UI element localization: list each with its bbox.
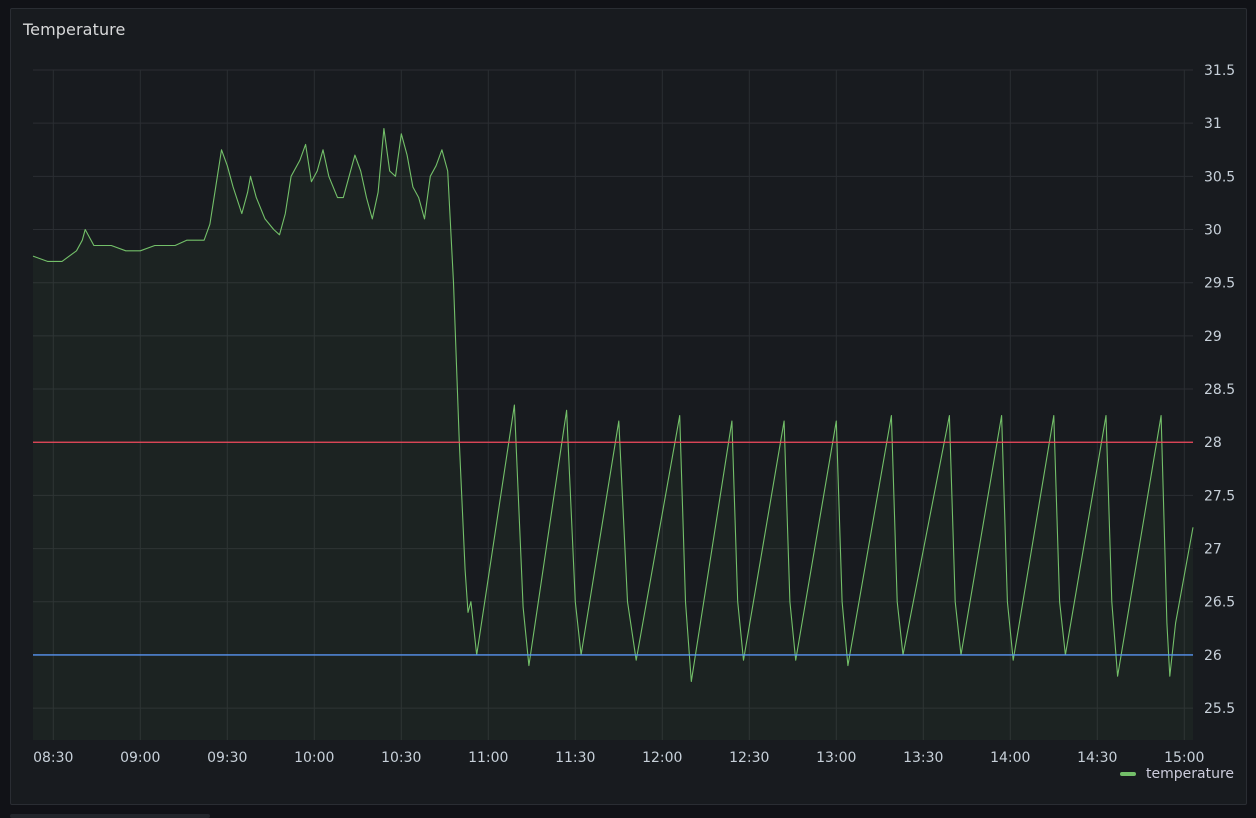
legend-label: temperature bbox=[1146, 766, 1234, 782]
y-tick-label: 31 bbox=[1204, 116, 1222, 132]
y-tick-label: 25.5 bbox=[1204, 701, 1235, 717]
x-tick-label: 09:30 bbox=[207, 750, 247, 766]
x-tick-label: 12:00 bbox=[642, 750, 682, 766]
x-tick-label: 08:30 bbox=[33, 750, 73, 766]
y-tick-label: 30.5 bbox=[1204, 169, 1235, 185]
y-tick-label: 28 bbox=[1204, 435, 1222, 451]
y-tick-label: 28.5 bbox=[1204, 382, 1235, 398]
x-tick-label: 14:00 bbox=[990, 750, 1030, 766]
x-tick-label: 11:30 bbox=[555, 750, 595, 766]
x-tick-label: 10:00 bbox=[294, 750, 334, 766]
line-chart: 25.5 26 26.5 27 27.5 28 28.5 29 29.5 30 30.5 31 31.5… bbox=[32, 63, 1235, 766]
x-tick-label: 12:30 bbox=[729, 750, 769, 766]
y-tick-label: 29.5 bbox=[1204, 276, 1235, 292]
x-tick-label: 14:30 bbox=[1077, 750, 1117, 766]
y-tick-label: 26.5 bbox=[1204, 595, 1235, 611]
legend[interactable]: temperature bbox=[1120, 766, 1234, 782]
x-tick-label: 09:00 bbox=[120, 750, 160, 766]
y-tick-label: 27.5 bbox=[1204, 488, 1235, 504]
scroll-indicator bbox=[10, 814, 210, 818]
y-tick-label: 26 bbox=[1204, 648, 1222, 664]
series-area bbox=[33, 128, 1193, 740]
x-tick-label: 11:00 bbox=[468, 750, 508, 766]
x-tick-label: 10:30 bbox=[381, 750, 421, 766]
y-tick-label: 29 bbox=[1204, 329, 1222, 345]
y-tick-label: 27 bbox=[1204, 542, 1222, 558]
x-tick-label: 15:00 bbox=[1164, 750, 1204, 766]
y-tick-label: 31.5 bbox=[1204, 63, 1235, 79]
legend-swatch bbox=[1120, 772, 1136, 776]
x-tick-label: 13:30 bbox=[903, 750, 943, 766]
y-tick-label: 30 bbox=[1204, 223, 1222, 239]
x-tick-label: 13:00 bbox=[816, 750, 856, 766]
